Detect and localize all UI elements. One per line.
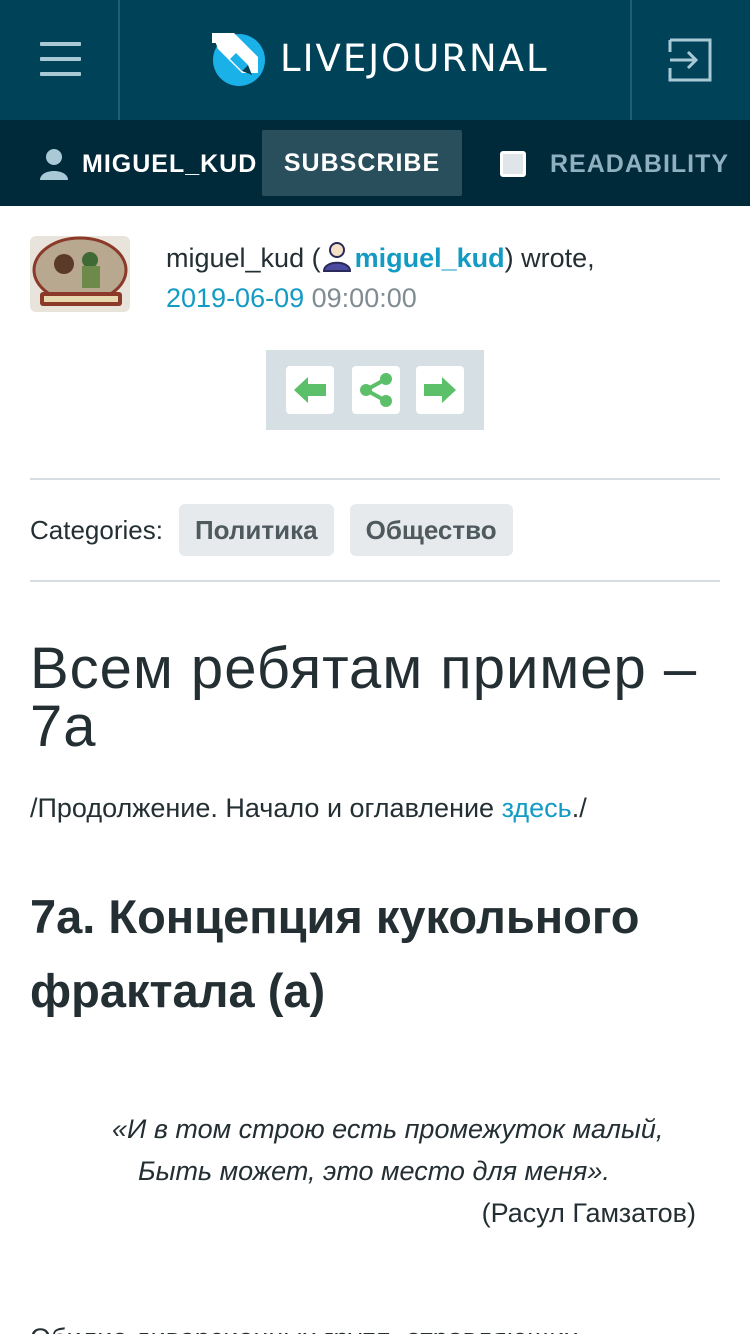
livejournal-logo-icon <box>212 33 265 86</box>
readability-checkbox[interactable] <box>500 151 526 177</box>
previous-post-button[interactable] <box>286 366 334 414</box>
categories: Categories: Политика Общество <box>30 504 529 556</box>
post-time: 09:00:00 <box>311 283 417 313</box>
journal-owner-name: MIGUEL_KUD <box>82 149 258 178</box>
divider <box>118 0 120 120</box>
livejournal-logo[interactable]: LIVEJOURNAL <box>208 28 549 88</box>
divider <box>630 0 632 120</box>
epigraph-line: «И в том строю есть промежуток малый, <box>112 1114 664 1144</box>
category-tag[interactable]: Общество <box>349 504 513 556</box>
arrow-right-icon <box>424 377 456 403</box>
user-icon <box>40 149 68 180</box>
author-avatar[interactable] <box>30 236 130 312</box>
divider <box>30 580 720 582</box>
hamburger-icon <box>40 42 81 46</box>
author-line: miguel_kud ( miguel_kud) wrote, <box>166 240 595 274</box>
next-post-button[interactable] <box>416 366 464 414</box>
post-title: Всем ребятам пример – 7а <box>30 636 698 759</box>
logo-text: LIVEJOURNAL <box>280 36 549 80</box>
epigraph-author: (Расул Гамзатов) <box>481 1198 696 1228</box>
author-ljuser-link[interactable]: miguel_kud <box>355 243 505 273</box>
epigraph: «И в том строю есть промежуток малый, Бы… <box>30 1108 720 1234</box>
post-body-text: Обилие диверсионных групп, отравляющих <box>30 1318 730 1334</box>
continuation-prefix: /Продолжение. Начало и оглавление <box>30 793 502 823</box>
ljuser-icon <box>322 242 351 272</box>
contents-link[interactable]: здесь <box>502 793 572 823</box>
subscribe-button[interactable]: SUBSCRIBE <box>262 130 462 196</box>
author-prefix: miguel_kud ( <box>166 243 321 273</box>
journal-owner-link[interactable]: MIGUEL_KUD <box>40 148 257 180</box>
login-icon[interactable] <box>668 38 712 82</box>
section-heading: 7а. Концепция кукольного фрактала (а) <box>30 890 640 1017</box>
epigraph-line: Быть может, это место для меня». <box>138 1156 610 1186</box>
top-header: LIVEJOURNAL <box>0 0 750 120</box>
author-suffix: ) wrote, <box>504 243 595 273</box>
hamburger-icon-line <box>40 57 81 61</box>
post-date-link[interactable]: 2019-06-09 <box>166 283 304 313</box>
readability-toggle[interactable]: READABILITY <box>500 148 729 180</box>
menu-button[interactable] <box>40 42 81 76</box>
continuation-suffix: ./ <box>571 793 587 823</box>
divider <box>30 478 720 480</box>
share-button[interactable] <box>352 366 400 414</box>
post-date-line: 2019-06-09 09:00:00 <box>166 283 417 314</box>
user-bar: MIGUEL_KUD SUBSCRIBE READABILITY <box>0 120 750 206</box>
share-icon <box>360 373 392 407</box>
hamburger-icon-line <box>40 72 81 76</box>
categories-label: Categories: <box>30 514 163 545</box>
arrow-left-icon <box>294 377 326 403</box>
readability-label: READABILITY <box>550 149 730 178</box>
avatar-image <box>30 236 130 312</box>
continuation-note: /Продолжение. Начало и оглавление здесь.… <box>30 793 587 824</box>
category-tag[interactable]: Политика <box>178 504 334 556</box>
post-navigation <box>266 350 484 430</box>
